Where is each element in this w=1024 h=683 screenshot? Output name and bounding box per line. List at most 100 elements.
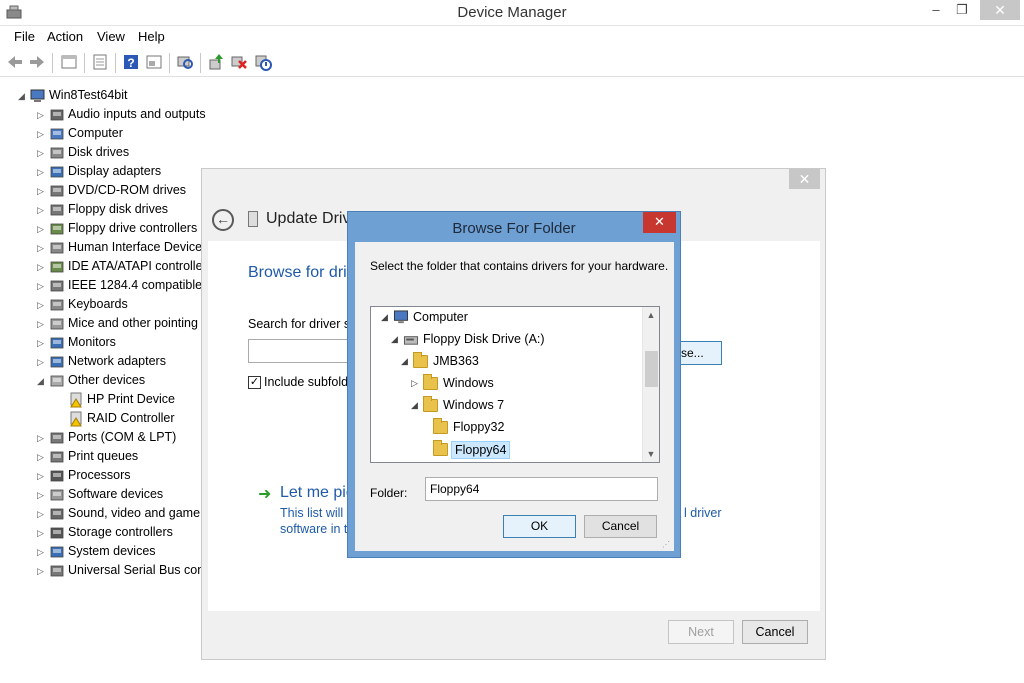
tree-item-label: Sound, video and game c [68,506,210,520]
expand-arrow-icon[interactable]: ▷ [37,300,47,310]
expand-arrow-icon[interactable]: ▷ [37,433,47,443]
expand-arrow-icon[interactable]: ▷ [37,167,47,177]
folder-tree-item-label: Computer [413,310,468,324]
expand-arrow-icon[interactable]: ▷ [37,110,47,120]
menu-help[interactable]: Help [138,29,165,44]
maximize-button[interactable]: ❐ [952,2,972,22]
scan-hardware-icon[interactable] [176,53,194,71]
tree-item-label: Floppy drive controllers [68,221,198,235]
back-arrow-icon[interactable]: ← [212,209,234,231]
expand-arrow-icon[interactable]: ▷ [37,224,47,234]
collapse-arrow-icon[interactable]: ◢ [411,400,421,411]
collapse-arrow-icon[interactable]: ◢ [401,356,411,367]
expand-arrow-icon[interactable] [56,395,66,405]
folder-tree-item-label: Floppy32 [453,420,505,434]
expand-arrow-icon[interactable]: ▷ [37,547,47,557]
floppy-controller-icon [49,221,65,237]
resize-grip-icon[interactable]: ⋰ [662,540,670,549]
expand-arrow-icon[interactable]: ▷ [37,281,47,291]
hid-icon [49,240,65,256]
search-label: Search for driver so [248,317,358,331]
next-button[interactable]: Next [668,620,734,644]
floppy-disk-icon [49,202,65,218]
expand-arrow-icon[interactable]: ▷ [37,338,47,348]
show-hide-icon[interactable] [145,53,163,71]
collapse-arrow-icon[interactable]: ◢ [381,312,391,323]
menu-action[interactable]: Action [47,29,83,44]
expand-arrow-icon[interactable]: ▷ [37,205,47,215]
scroll-down-icon[interactable]: ▼ [643,446,659,462]
expand-arrow-icon[interactable]: ▷ [37,129,47,139]
usb-icon [49,563,65,579]
dialog-title: Browse For Folder [452,220,576,237]
expand-arrow-icon[interactable]: ▷ [37,319,47,329]
expand-arrow-icon[interactable]: ▷ [37,528,47,538]
expand-arrow-icon[interactable]: ▷ [37,452,47,462]
console-icon[interactable] [91,53,109,71]
update-driver-icon[interactable] [207,53,225,71]
sound-icon [49,506,65,522]
tree-item-label: Keyboards [68,297,128,311]
back-icon[interactable] [6,53,24,71]
expand-arrow-icon[interactable]: ▷ [37,262,47,272]
computer-icon [30,89,45,102]
expand-arrow-icon[interactable]: ▷ [37,490,47,500]
tree-item-label: DVD/CD-ROM drives [68,183,187,197]
folder-tree-scrollbar[interactable]: ▲ ▼ [642,307,659,462]
folder-icon [413,352,428,368]
tree-item-label: HP Print Device [87,392,175,406]
expand-arrow-icon[interactable]: ▷ [37,566,47,576]
let-me-pick-link[interactable]: Let me pic [280,484,354,502]
collapse-arrow-icon[interactable]: ◢ [37,376,47,386]
floppy-drive-icon [403,332,419,347]
expand-arrow-icon[interactable]: ▷ [411,378,421,389]
computer-icon [393,310,409,325]
cancel-button[interactable]: Cancel [584,515,657,538]
ok-button[interactable]: OK [503,515,576,538]
collapse-arrow-icon[interactable]: ◢ [18,91,28,101]
folder-icon [433,418,448,434]
forward-icon[interactable] [28,53,46,71]
folder-label: Folder: [370,486,408,500]
network-adapter-icon [49,354,65,370]
wizard-title: Update Drive [266,210,360,227]
menu-bar: File Action View Help [0,26,1024,48]
wizard-cancel-button[interactable]: Cancel [742,620,808,644]
dialog-close-button[interactable]: ✕ [643,212,676,233]
expand-arrow-icon[interactable]: ▷ [37,357,47,367]
driver-path-input[interactable] [248,339,358,363]
include-subfolders-checkbox[interactable]: ✓ [248,376,261,389]
ide-controller-icon [49,259,65,275]
collapse-arrow-icon[interactable]: ◢ [391,334,401,345]
title-bar: Device Manager – ❐ ✕ [0,0,1024,26]
tree-item-label: Computer [68,126,123,140]
expand-arrow-icon[interactable]: ▷ [37,243,47,253]
tree-item-label: Display adapters [68,164,162,178]
wizard-close-button[interactable]: ✕ [789,169,820,189]
expand-arrow-icon[interactable]: ▷ [37,509,47,519]
mouse-icon [49,316,65,332]
folder-icon [423,374,438,390]
properties-icon[interactable] [60,53,78,71]
browse-for-folder-dialog: Browse For Folder ✕ Select the folder th… [347,211,681,558]
expand-arrow-icon[interactable] [56,414,66,424]
system-device-icon [49,544,65,560]
menu-view[interactable]: View [97,29,125,44]
expand-arrow-icon[interactable]: ▷ [37,148,47,158]
menu-file[interactable]: File [14,29,35,44]
folder-input[interactable]: Floppy64 [425,477,658,501]
minimize-button[interactable]: – [926,2,946,22]
expand-arrow-icon[interactable]: ▷ [37,471,47,481]
tree-item-label: Ports (COM & LPT) [68,430,177,444]
device-tree: ◢ Win8Test64bit ▷ Audio inputs and output… [0,85,213,585]
scroll-thumb[interactable] [645,351,658,387]
scroll-up-icon[interactable]: ▲ [643,307,659,323]
uninstall-icon[interactable] [230,53,248,71]
help-icon[interactable]: ? [122,53,140,71]
tree-item-label: Disk drives [68,145,130,159]
disable-icon[interactable] [254,53,272,71]
tree-item-label: Monitors [68,335,116,349]
expand-arrow-icon[interactable]: ▷ [37,186,47,196]
toolbar-separator [115,53,116,73]
close-button[interactable]: ✕ [980,0,1020,20]
